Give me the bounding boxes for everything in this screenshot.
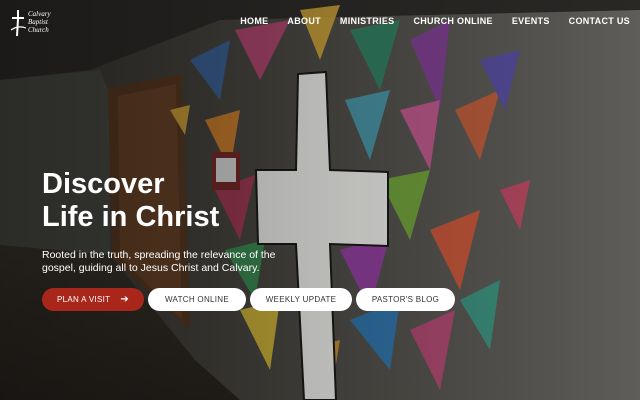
plan-a-visit-button[interactable]: PLAN A VISIT ➔ (42, 288, 144, 311)
hero-title: Discover Life in Christ (42, 168, 219, 234)
nav-contact-us[interactable]: CONTACT US (569, 16, 630, 26)
arrow-right-icon: ➔ (120, 294, 130, 305)
hero-section: Calvary Baptist Church HOME ABOUT MINIST… (0, 0, 640, 400)
nav-about[interactable]: ABOUT (287, 16, 321, 26)
watch-online-button[interactable]: WATCH ONLINE (148, 288, 246, 311)
hero-title-line-2: Life in Christ (42, 201, 220, 233)
main-nav: HOME ABOUT MINISTRIES CHURCH ONLINE EVEN… (221, 16, 630, 26)
cross-logo-icon (10, 10, 27, 36)
weekly-update-button[interactable]: WEEKLY UPDATE (250, 288, 352, 311)
plan-a-visit-label: PLAN A VISIT (56, 295, 111, 304)
nav-home[interactable]: HOME (240, 16, 268, 26)
top-navigation-bar: Calvary Baptist Church HOME ABOUT MINIST… (0, 0, 640, 44)
logo-line-1: Calvary Baptist (28, 10, 51, 26)
nav-ministries[interactable]: MINISTRIES (340, 16, 395, 26)
pastors-blog-button[interactable]: PASTOR'S BLOG (356, 288, 455, 311)
hero-title-line-1: Discover (42, 168, 165, 200)
logo-line-2: Church (28, 26, 49, 34)
hero-button-group: PLAN A VISIT ➔ WATCH ONLINE WEEKLY UPDAT… (42, 288, 455, 311)
nav-church-online[interactable]: CHURCH ONLINE (413, 16, 492, 26)
logo-text: Calvary Baptist Church (28, 10, 68, 34)
church-logo[interactable]: Calvary Baptist Church (8, 8, 66, 38)
nav-events[interactable]: EVENTS (512, 16, 550, 26)
hero-subtitle: Rooted in the truth, spreading the relev… (42, 249, 276, 274)
